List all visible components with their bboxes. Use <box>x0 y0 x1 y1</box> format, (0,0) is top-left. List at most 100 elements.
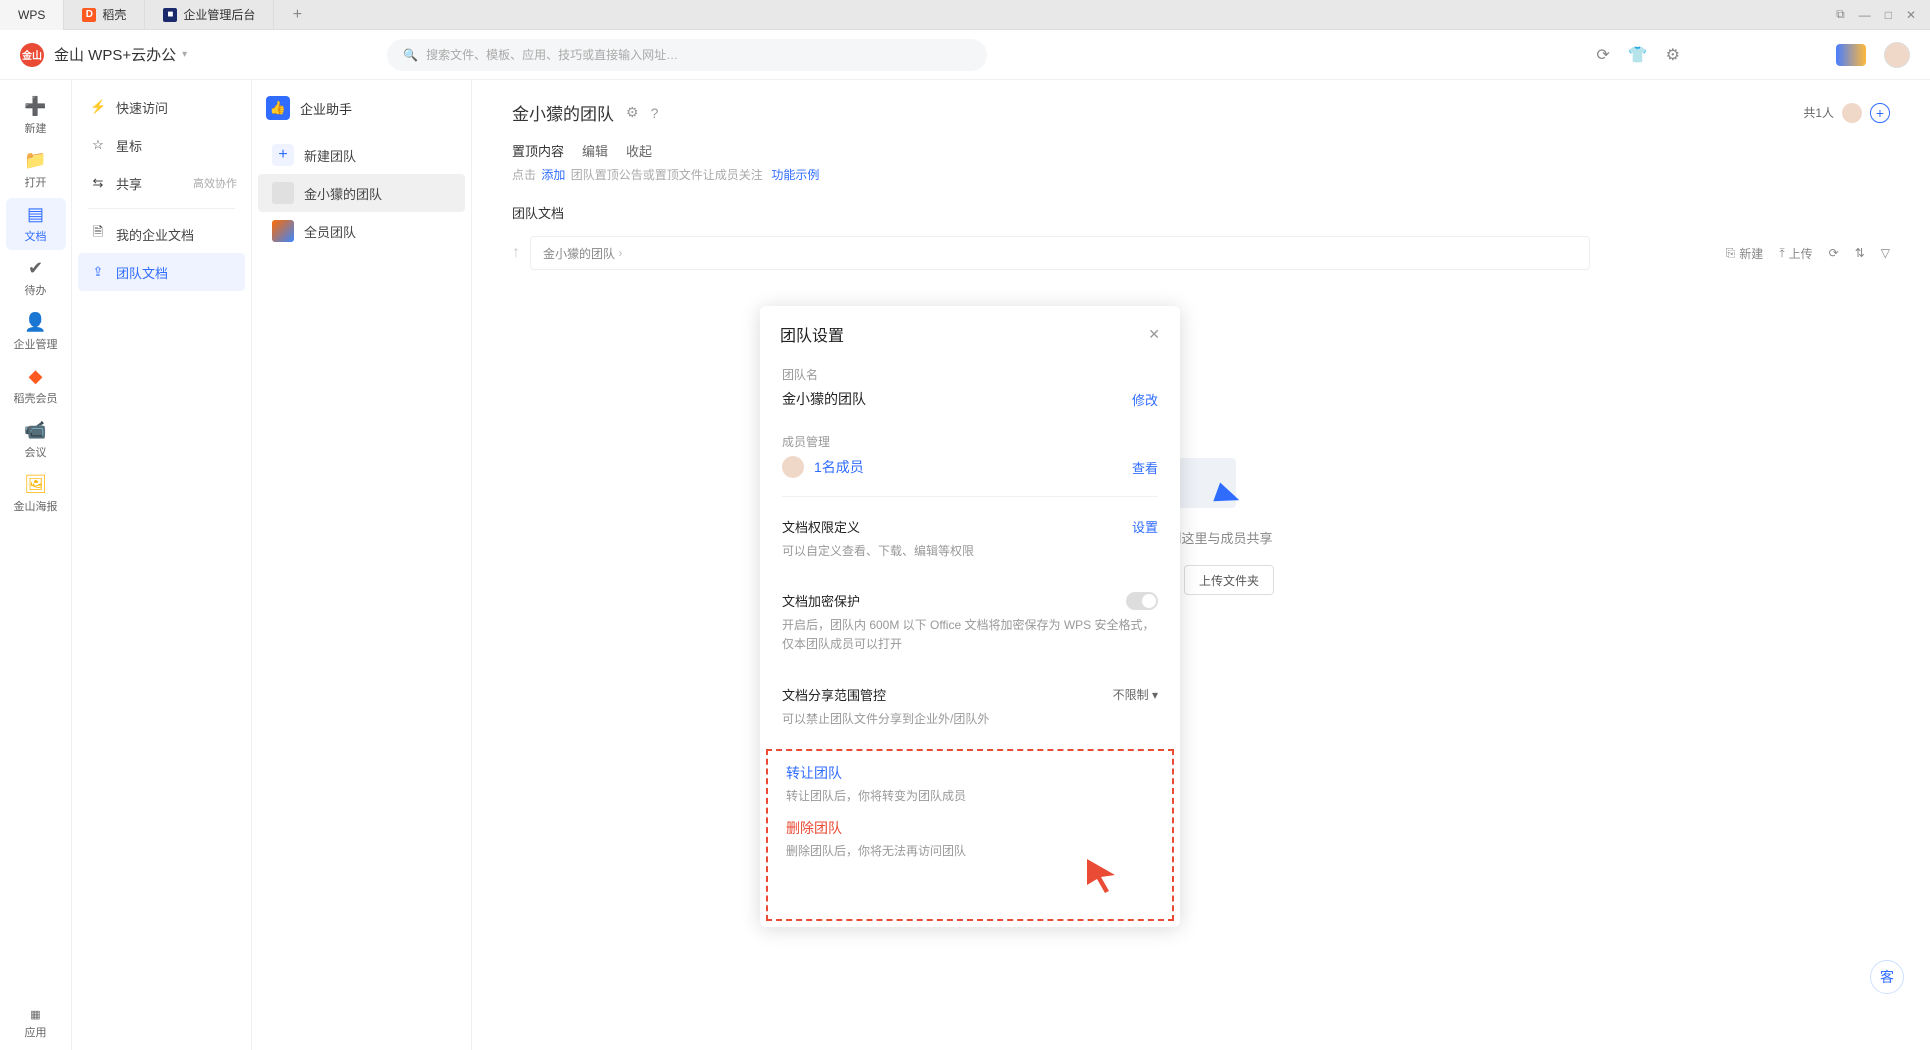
fire-icon: D <box>82 8 96 22</box>
member-count: 共1人 <box>1803 104 1834 121</box>
breadcrumb-bar: ↑ 金小獴的团队 › ⎘新建 ⤒上传 ⟳ ⇅ ▽ <box>512 236 1890 270</box>
perm-settings-button[interactable]: 设置 <box>1132 517 1158 536</box>
rail-apps[interactable]: ▦应用 <box>6 998 66 1050</box>
doc-icon: 🗎 <box>90 223 106 245</box>
tab-daoke[interactable]: D稻壳 <box>64 0 145 30</box>
modal-section-members: 成员管理 1名成员 查看 <box>760 423 1180 492</box>
view-members-button[interactable]: 查看 <box>1132 458 1158 477</box>
pinned-example-link[interactable]: 功能示例 <box>771 168 819 182</box>
nav-star[interactable]: ☆星标 <box>72 126 251 164</box>
modal-close-button[interactable]: ✕ <box>1148 326 1160 343</box>
title-bar: 金山 金山 WPS+云办公 ▾ 🔍 搜索文件、模板、应用、技巧或直接输入网址… … <box>0 30 1930 80</box>
breadcrumb-up-icon[interactable]: ↑ <box>512 244 520 262</box>
scope-dropdown[interactable]: 不限制 ▾ <box>1113 686 1158 703</box>
toolbar-refresh-button[interactable]: ⟳ <box>1829 246 1839 260</box>
window-tab-bar: WPS D稻壳 ■企业管理后台 + ⧉ — □ ✕ <box>0 0 1930 30</box>
toolbar-new-button[interactable]: ⎘新建 <box>1726 245 1764 262</box>
nav-my-docs[interactable]: 🗎我的企业文档 <box>72 215 251 253</box>
feedback-fab[interactable]: 客 <box>1870 960 1904 994</box>
modify-name-button[interactable]: 修改 <box>1132 390 1158 409</box>
upload-icon: ⇪ <box>90 264 106 280</box>
apparel-icon[interactable]: 👕 <box>1628 45 1648 65</box>
toolbar-upload-button[interactable]: ⤒上传 <box>1779 245 1812 262</box>
enc-desc: 开启后，团队内 600M 以下 Office 文档将加密保存为 WPS 安全格式… <box>782 616 1158 654</box>
tab-wps[interactable]: WPS <box>0 0 64 30</box>
nav-share-tag: 高效协作 <box>193 175 237 191</box>
modal-section-name: 团队名 金小獴的团队 修改 <box>760 356 1180 423</box>
team-settings-modal: 团队设置 ✕ 团队名 金小獴的团队 修改 成员管理 1名成员 查看 文档权限定义… <box>760 306 1180 927</box>
thumb-icon: 👍 <box>266 96 290 120</box>
rail-poster[interactable]: 🖼金山海报 <box>6 468 66 520</box>
team-name-label: 团队名 <box>782 366 1158 383</box>
modal-section-encryption: 文档加密保护 开启后，团队内 600M 以下 Office 文档将加密保存为 W… <box>760 575 1180 668</box>
nav-column-2: ⚡快速访问 ☆星标 ⇆共享高效协作 🗎我的企业文档 ⇪团队文档 <box>72 80 252 1050</box>
sync-icon[interactable]: ⟳ <box>1596 45 1609 65</box>
member-avatar-icon[interactable] <box>1842 103 1862 123</box>
tab-add-button[interactable]: + <box>282 6 312 24</box>
window-maximize-icon[interactable]: □ <box>1885 8 1892 22</box>
file-toolbar: ⎘新建 ⤒上传 ⟳ ⇅ ▽ <box>1726 245 1890 262</box>
upload-folder-button[interactable]: 上传文件夹 <box>1184 565 1274 595</box>
team-avatar-icon <box>272 182 294 204</box>
tab-enterprise[interactable]: ■企业管理后台 <box>145 0 274 30</box>
lightning-icon: ⚡ <box>90 99 106 115</box>
help-icon[interactable]: ? <box>651 105 659 121</box>
transfer-team-button[interactable]: 转让团队 <box>786 763 1154 783</box>
app-title-dropdown-icon[interactable]: ▾ <box>182 49 187 60</box>
user-avatar[interactable] <box>1884 42 1910 68</box>
share-icon: ⇆ <box>90 175 106 191</box>
member-count-value[interactable]: 1名成员 <box>814 457 864 477</box>
gear-icon[interactable]: ⚙ <box>626 104 639 121</box>
settings-icon[interactable]: ⚙ <box>1666 45 1680 65</box>
vip-badge-icon[interactable] <box>1836 44 1866 66</box>
pinned-add-link[interactable]: 添加 <box>541 168 565 182</box>
nav-quick-access[interactable]: ⚡快速访问 <box>72 88 251 126</box>
rail-open[interactable]: 📁打开 <box>6 144 66 196</box>
encryption-toggle[interactable] <box>1126 592 1158 610</box>
nav-share[interactable]: ⇆共享高效协作 <box>72 164 251 202</box>
window-close-icon[interactable]: ✕ <box>1906 8 1916 22</box>
team-item-1[interactable]: 金小獴的团队 <box>258 174 465 212</box>
add-member-button[interactable]: + <box>1870 103 1890 123</box>
content-area: 金小獴的团队 ⚙ ? 共1人 + 置顶内容 编辑 收起 点击 添加 团队置顶公告… <box>472 80 1930 1050</box>
delete-team-button[interactable]: 删除团队 <box>786 818 1154 838</box>
new-doc-icon: ⎘ <box>1726 246 1736 261</box>
window-minimize-icon[interactable]: — <box>1859 8 1871 22</box>
section-title: 团队文档 <box>512 203 1890 222</box>
transfer-desc: 转让团队后，你将转变为团队成员 <box>786 787 1154 804</box>
member-label: 成员管理 <box>782 433 1158 450</box>
upload-icon: ⤒ <box>1779 246 1784 261</box>
rail-vip[interactable]: ◆稻壳会员 <box>6 360 66 412</box>
divider <box>782 496 1158 497</box>
rail-meeting[interactable]: 📹会议 <box>6 414 66 466</box>
pinned-header: 置顶内容 编辑 收起 <box>512 141 1890 160</box>
assistant-header[interactable]: 👍企业助手 <box>252 88 471 128</box>
window-mode-icon[interactable]: ⧉ <box>1836 7 1845 22</box>
pinned-label: 置顶内容 <box>512 141 564 160</box>
member-avatar-icon <box>782 456 804 478</box>
app-title: 金山 WPS+云办公 <box>54 44 176 65</box>
team-item-2[interactable]: 全员团队 <box>258 212 465 250</box>
pinned-desc: 点击 添加 团队置顶公告或置顶文件让成员关注 功能示例 <box>512 166 1890 183</box>
rail-enterprise[interactable]: 👤企业管理 <box>6 306 66 358</box>
folder-icon: 📁 <box>24 150 46 171</box>
drop-zone: 件拖拽到这里与成员共享 件 上传文件夹 <box>512 440 1890 595</box>
nav-team-docs[interactable]: ⇪团队文档 <box>78 253 245 291</box>
nav-rail: ➕新建 📁打开 ▤文档 ✔待办 👤企业管理 ◆稻壳会员 📹会议 🖼金山海报 ▦应… <box>0 80 72 1050</box>
new-team-button[interactable]: +新建团队 <box>258 136 465 174</box>
modal-section-scope: 文档分享范围管控 不限制 ▾ 可以禁止团队文件分享到企业外/团队外 <box>760 669 1180 743</box>
breadcrumb[interactable]: 金小獴的团队 › <box>530 236 1590 270</box>
pinned-collapse-button[interactable]: 收起 <box>626 141 652 160</box>
rail-new[interactable]: ➕新建 <box>6 90 66 142</box>
toolbar-sort-button[interactable]: ⇅ <box>1855 246 1865 260</box>
search-input[interactable]: 🔍 搜索文件、模板、应用、技巧或直接输入网址… <box>387 39 987 71</box>
plus-icon: + <box>272 144 294 166</box>
poster-icon: 🖼 <box>24 474 47 495</box>
rail-docs[interactable]: ▤文档 <box>6 198 66 250</box>
pinned-edit-button[interactable]: 编辑 <box>582 141 608 160</box>
document-icon: ▤ <box>27 204 44 225</box>
app-icon: ■ <box>163 8 177 22</box>
toolbar-filter-button[interactable]: ▽ <box>1881 246 1890 260</box>
page-title: 金小獴的团队 <box>512 100 614 125</box>
rail-todo[interactable]: ✔待办 <box>6 252 66 304</box>
